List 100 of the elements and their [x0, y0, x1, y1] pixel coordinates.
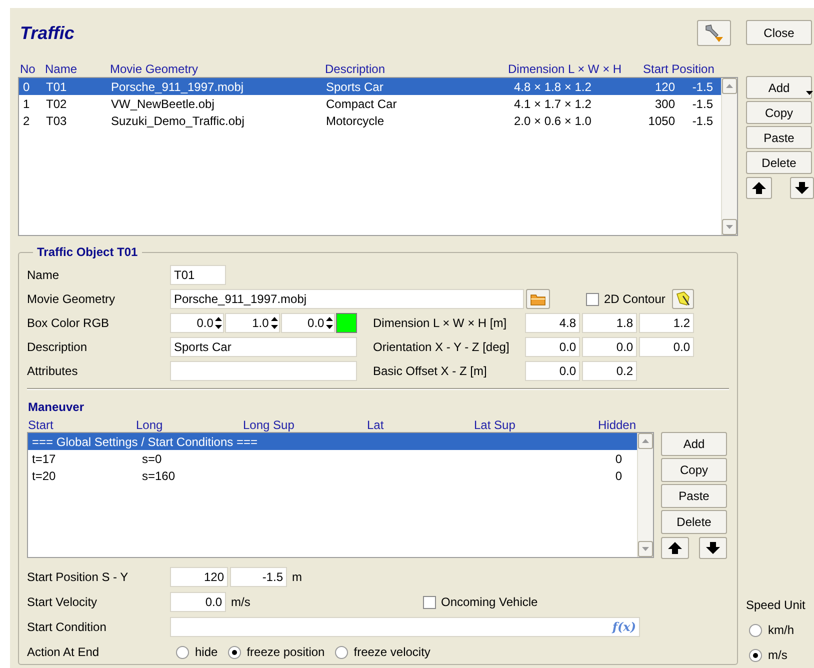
input-field[interactable]: 0.0 [170, 592, 226, 612]
field-label: Start Position S - Y [27, 569, 130, 586]
table-cell-text: Sports Car [326, 78, 384, 96]
field-label: Basic Offset X - Z [m] [373, 363, 488, 380]
input-field[interactable]: 0.0 [525, 361, 580, 381]
field-label: Attributes [27, 363, 79, 380]
table-cell-text: Compact Car [326, 96, 398, 112]
move-down-button[interactable] [699, 537, 727, 559]
input-field[interactable] [170, 361, 357, 381]
list-button[interactable]: Paste [746, 126, 812, 149]
down-arrow-icon [794, 181, 810, 195]
spinner-arrows-icon [325, 315, 334, 331]
list-cell-text: s=160 [142, 468, 176, 484]
column-header[interactable]: Long Sup [243, 416, 367, 432]
column-header[interactable]: Movie Geometry [110, 60, 325, 75]
column-header[interactable]: Lat Sup [474, 416, 598, 432]
unit-label: m/s [231, 594, 252, 611]
list-button[interactable]: Copy [661, 458, 727, 482]
table-cell-text: Suzuki_Demo_Traffic.obj [111, 112, 246, 130]
table-cell-text: VW_NewBeetle.obj [111, 96, 216, 112]
field-label: Orientation X - Y - Z [deg] [373, 339, 510, 356]
list-button[interactable]: Delete [661, 510, 727, 534]
input-field[interactable]: Sports Car [170, 337, 357, 357]
list-row[interactable]: === Global Settings / Start Conditions === [28, 433, 637, 450]
table-cell-text: -1.5 [691, 96, 713, 112]
input-field[interactable]: T01 [170, 265, 226, 285]
input-field[interactable]: f(x) [170, 617, 640, 637]
caret-up-icon [642, 439, 649, 443]
column-header[interactable]: Lat [367, 416, 474, 432]
close-button[interactable]: Close [746, 20, 812, 45]
radio-button[interactable] [176, 646, 189, 658]
column-header[interactable]: Start [28, 416, 136, 432]
table-cell-text: 0 [23, 78, 31, 96]
column-header[interactable]: Start Position [643, 60, 733, 75]
field-label: Dimension L × W × H [m] [373, 315, 508, 332]
input-field[interactable]: -1.5 [230, 567, 287, 587]
radio-button[interactable] [228, 646, 241, 658]
input-field[interactable]: 120 [170, 567, 228, 587]
radio-label: freeze velocity [354, 644, 430, 661]
list-button[interactable]: Add [661, 432, 727, 456]
table-cell-text: -1.5 [691, 78, 713, 96]
column-header[interactable]: Description [325, 60, 508, 75]
field-label: Description [27, 339, 88, 356]
scrollbar[interactable] [637, 433, 653, 557]
radio-button[interactable] [334, 646, 348, 658]
wrench-icon [703, 23, 725, 43]
caret-up-icon [726, 84, 733, 88]
checkbox[interactable] [586, 292, 599, 306]
input-field[interactable]: Porsche_911_1997.mobj [170, 289, 524, 309]
table-row[interactable]: 0 T01 Porsche_911_1997.mobj Sports Car 4.8 × 1.8 × 1.2 120 -1.5 [19, 78, 721, 95]
column-header[interactable]: No [20, 60, 45, 75]
checkbox-label: 2D Contour [604, 291, 666, 308]
spinner-field[interactable]: 0.0 [170, 313, 224, 333]
contour-button[interactable] [672, 289, 694, 309]
input-field[interactable]: 0.0 [525, 337, 580, 357]
table-cell-text: 1050 [647, 112, 675, 130]
field-label: Start Condition [27, 619, 108, 636]
color-swatch[interactable] [336, 313, 357, 333]
table-cell-text: T03 [46, 112, 68, 130]
input-field[interactable]: 1.2 [639, 313, 694, 333]
up-arrow-icon [667, 541, 683, 555]
down-arrow-icon [705, 541, 721, 555]
column-header[interactable]: Long [136, 416, 243, 432]
list-cell-text: 0 [614, 450, 622, 468]
unit-label: m [292, 569, 302, 586]
spinner-field[interactable]: 1.0 [225, 313, 280, 333]
table-cell-text: Porsche_911_1997.mobj [111, 78, 245, 96]
input-field[interactable]: 0.2 [582, 361, 637, 381]
field-label: Movie Geometry [27, 291, 116, 308]
settings-button[interactable] [697, 20, 731, 46]
list-button[interactable]: Copy [746, 101, 812, 124]
list-button[interactable]: Paste [661, 484, 727, 508]
list-cell-text: 0 [614, 468, 622, 484]
open-file-button[interactable] [526, 289, 550, 309]
radio-button[interactable] [749, 648, 762, 662]
scrollbar[interactable] [721, 78, 737, 235]
radio-label: freeze position [246, 644, 325, 661]
input-field[interactable]: 0.0 [582, 337, 637, 357]
radio-button[interactable] [749, 624, 762, 636]
move-up-button[interactable] [746, 177, 772, 199]
list-cell-text: t=20 [32, 468, 57, 484]
list-button[interactable]: Delete [746, 151, 812, 174]
window-title: Traffic [19, 22, 74, 44]
column-header[interactable]: Name [45, 60, 110, 75]
folder-icon [530, 292, 546, 306]
function-button[interactable]: f(x) [612, 618, 636, 636]
move-up-button[interactable] [661, 537, 689, 559]
spinner-field[interactable]: 0.0 [280, 313, 336, 333]
column-header[interactable]: Dimension L × W × H [508, 60, 643, 75]
input-field[interactable]: 4.8 [525, 313, 580, 333]
input-field[interactable]: 1.8 [582, 313, 637, 333]
field-label: Box Color RGB [27, 315, 110, 332]
group-label: Speed Unit [746, 597, 806, 614]
field-label: Action At End [27, 644, 100, 661]
move-down-button[interactable] [790, 177, 814, 199]
list-button[interactable]: Add [746, 76, 812, 99]
list-cell-text: t=17 [32, 450, 57, 468]
column-header[interactable]: Hidden [598, 416, 648, 432]
checkbox[interactable] [423, 596, 436, 608]
input-field[interactable]: 0.0 [639, 337, 694, 357]
